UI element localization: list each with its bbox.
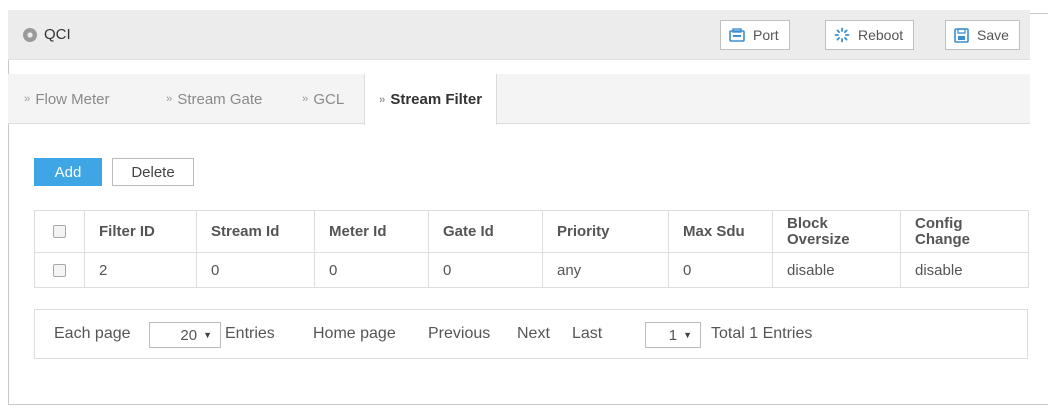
double-chevron-right-icon: ›› bbox=[24, 93, 30, 105]
table-row[interactable]: 2 0 0 0 any 0 disable disable bbox=[34, 252, 1029, 288]
page-title: QCI bbox=[44, 26, 71, 43]
row-select-cell bbox=[34, 252, 85, 288]
table-cell: disable bbox=[900, 252, 1029, 288]
reboot-button-label: Reboot bbox=[858, 27, 904, 43]
spinner-icon bbox=[834, 27, 850, 43]
tab-label: Stream Filter bbox=[390, 91, 483, 108]
port-button-label: Port bbox=[753, 27, 779, 43]
entries-label: Entries bbox=[225, 325, 275, 342]
column-header: Stream Id bbox=[196, 210, 315, 253]
last-link[interactable]: Last bbox=[572, 325, 602, 343]
tab-stream-gate[interactable]: ›› Stream Gate bbox=[166, 74, 262, 124]
column-header: Meter Id bbox=[314, 210, 429, 253]
column-header: Config Change bbox=[900, 210, 1029, 253]
port-icon bbox=[729, 28, 745, 42]
reboot-button[interactable]: Reboot bbox=[825, 20, 915, 50]
save-icon bbox=[954, 27, 969, 43]
tab-label: GCL bbox=[313, 90, 345, 108]
next-link[interactable]: Next bbox=[517, 325, 550, 343]
table-header-row: Filter ID Stream Id Meter Id Gate Id Pri… bbox=[34, 210, 1029, 253]
total-entries-label: Total 1 Entries bbox=[711, 325, 813, 342]
row-checkbox[interactable] bbox=[53, 264, 66, 278]
location-pin-icon bbox=[22, 27, 38, 43]
page-size-select[interactable]: 20 ▼ bbox=[149, 322, 221, 348]
column-header: Gate Id bbox=[428, 210, 543, 253]
tab-gcl[interactable]: ›› GCL bbox=[302, 74, 344, 124]
table-cell: 2 bbox=[84, 252, 197, 288]
caret-down-icon: ▼ bbox=[683, 330, 692, 340]
save-button[interactable]: Save bbox=[945, 20, 1020, 50]
save-button-label: Save bbox=[977, 27, 1009, 43]
select-all-cell bbox=[34, 210, 85, 253]
column-header: Filter ID bbox=[84, 210, 197, 253]
double-chevron-right-icon: ›› bbox=[379, 93, 385, 106]
table-cell: 0 bbox=[428, 252, 543, 288]
caret-down-icon: ▼ bbox=[203, 330, 212, 340]
table-cell: 0 bbox=[314, 252, 429, 288]
add-button[interactable]: Add bbox=[34, 158, 102, 186]
table-cell: 0 bbox=[668, 252, 773, 288]
table-cell: disable bbox=[772, 252, 901, 288]
page-number-select[interactable]: 1 ▼ bbox=[645, 322, 701, 348]
tab-bar: ›› Flow Meter ›› Stream Gate ›› GCL ›› S… bbox=[8, 74, 1030, 125]
page-size-value: 20 bbox=[180, 326, 198, 344]
pagination-bar: Each page 20 ▼ Entries Home page Previou… bbox=[34, 309, 1028, 359]
port-button[interactable]: Port bbox=[720, 20, 790, 50]
tab-stream-filter[interactable]: ›› Stream Filter bbox=[364, 74, 498, 125]
tab-label: Flow Meter bbox=[35, 90, 110, 108]
tab-label: Stream Gate bbox=[177, 90, 263, 108]
page-number-value: 1 bbox=[668, 326, 678, 344]
column-header: Priority bbox=[542, 210, 669, 253]
previous-link[interactable]: Previous bbox=[428, 325, 490, 343]
double-chevron-right-icon: ›› bbox=[302, 93, 308, 105]
each-page-label: Each page bbox=[54, 325, 131, 342]
home-page-link[interactable]: Home page bbox=[313, 325, 396, 343]
table-cell: any bbox=[542, 252, 669, 288]
column-header: Max Sdu bbox=[668, 210, 773, 253]
stream-filter-table: Filter ID Stream Id Meter Id Gate Id Pri… bbox=[34, 210, 1029, 288]
panel-header: QCI Port Reboot Save bbox=[8, 10, 1030, 60]
table-cell: 0 bbox=[196, 252, 315, 288]
tab-flow-meter[interactable]: ›› Flow Meter bbox=[24, 74, 110, 124]
column-header: Block Oversize bbox=[772, 210, 901, 253]
select-all-checkbox[interactable] bbox=[53, 225, 66, 239]
double-chevron-right-icon: ›› bbox=[166, 93, 172, 105]
delete-button[interactable]: Delete bbox=[112, 158, 194, 186]
